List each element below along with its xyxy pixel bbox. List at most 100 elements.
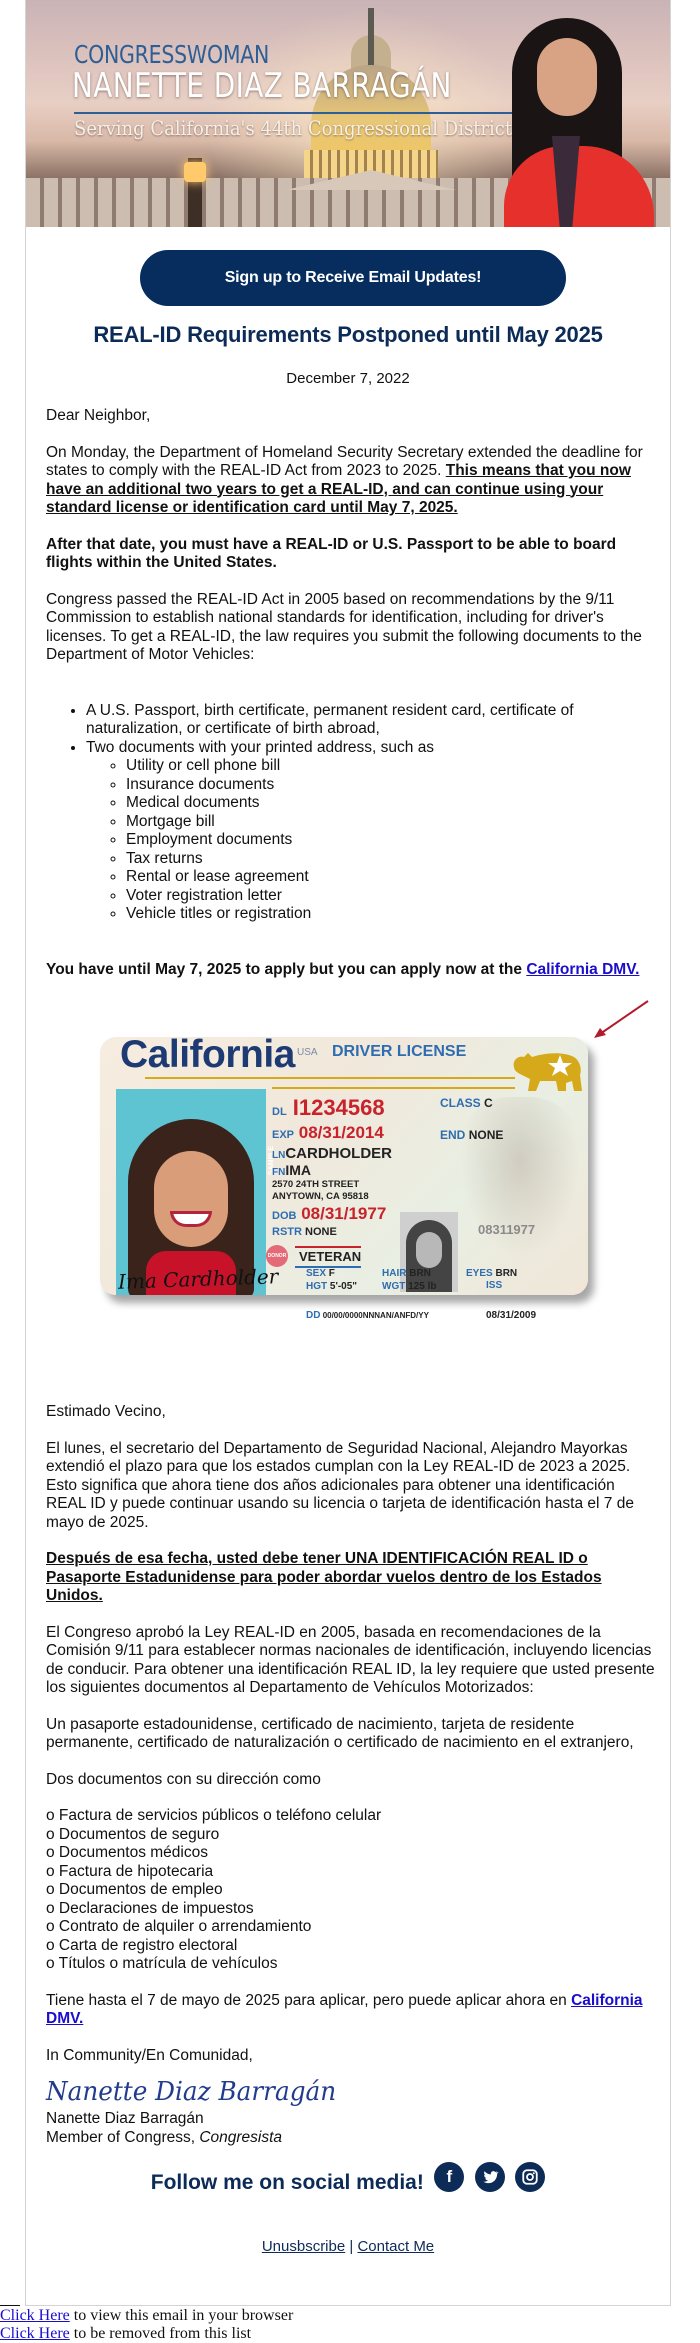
field-end: END NONE (440, 1128, 503, 1142)
footer-divider-stub (0, 2305, 20, 2306)
fn-label: FN (272, 1167, 286, 1178)
list-item: o Factura de hipotecaria (46, 1862, 214, 1880)
field-eyes: EYES BRN (466, 1268, 517, 1279)
paragraph-deadline: After that date, you must have a REAL-ID… (46, 535, 617, 572)
banner-divider (74, 112, 518, 114)
view-in-browser-link[interactable]: Click Here (0, 2307, 70, 2324)
sex-label: SEX (306, 1268, 327, 1279)
cardholder-photo (116, 1089, 266, 1295)
signer-role-es: Congresista (199, 2128, 283, 2146)
paragraph-announcement-es: El lunes, el secretario del Departamento… (46, 1439, 634, 1531)
page-title: REAL-ID Requirements Postponed until May… (93, 322, 603, 347)
field-hgt: HGT 5'-05" (306, 1281, 357, 1292)
list-item: o Carta de registro electoral (46, 1936, 238, 1954)
list-item: A U.S. Passport, birth certificate, perm… (86, 702, 656, 739)
banner-title-small: CONGRESSWOMAN (74, 40, 270, 69)
facebook-icon[interactable]: f (434, 2162, 465, 2192)
list-item-text: Two documents with your printed address,… (86, 738, 435, 756)
capitol-spire (368, 8, 374, 68)
email-container: CONGRESSWOMAN NANETTE DIAZ BARRAGÁN Serv… (25, 0, 671, 2306)
card-type: DRIVER LICENSE (332, 1043, 467, 1060)
sublist-item: Utility or cell phone bill (126, 757, 656, 776)
signer-role-en: Member of Congress, (46, 2128, 200, 2146)
paragraph-background-es: El Congreso aprobó la Ley REAL-ID en 200… (46, 1623, 655, 1697)
dd-label: DD (306, 1310, 321, 1321)
rstr-value: NONE (305, 1226, 337, 1238)
field-wgt: WGT 125 lb (382, 1281, 436, 1292)
sublist-item: Insurance documents (126, 776, 656, 795)
handwritten-signature: Nanette Diaz Barragán (46, 2077, 337, 2107)
paragraph-apply-es: Tiene hasta el 7 de mayo de 2025 para ap… (46, 1992, 656, 2029)
dl-number: I1234568 (292, 1095, 385, 1120)
field-first-name: FNIMA (272, 1162, 311, 1178)
field-hair: HAIR BRN (382, 1268, 431, 1279)
field-class: CLASS C (440, 1096, 493, 1110)
hair-value: BRN (409, 1268, 431, 1279)
sex-value: F (328, 1268, 335, 1279)
cta-section: Sign up to Receive Email Updates! (26, 236, 670, 320)
class-value: C (484, 1096, 493, 1110)
field-dd: DD 00/00/0000NNNAN/ANFD/YY (306, 1310, 429, 1321)
signoff: In Community/En Comunidad, (46, 2046, 253, 2064)
twitter-icon[interactable] (474, 2162, 505, 2192)
wgt-label: WGT (382, 1281, 406, 1292)
list-item: Two documents with your printed address,… (86, 739, 656, 924)
twitter-bird-glyph (483, 2171, 499, 2184)
signature-block: Nanette Diaz Barragán Member of Congress… (46, 2110, 656, 2147)
ghost-photo (400, 1212, 458, 1292)
footer-separator: | (349, 2238, 354, 2255)
address-documents-list-es: o Factura de servicios públicos o teléfo… (46, 1807, 656, 1974)
list-item: o Documentos de empleo (46, 1881, 223, 1898)
list-item: o Factura de servicios públicos o teléfo… (46, 1807, 382, 1824)
list-item: o Declaraciones de impuestos (46, 1899, 254, 1917)
eyes-label: EYES (466, 1268, 493, 1279)
field-last-name: LNCARDHOLDER (272, 1145, 392, 1162)
signer-role: Member of Congress, Congresista (46, 2129, 656, 2148)
greeting-es: Estimado Vecino, (46, 1403, 166, 1420)
signup-button[interactable]: Sign up to Receive Email Updates! (140, 250, 566, 306)
unsubscribe-link[interactable]: Unusbscribe (262, 2238, 345, 2255)
paragraph-apply: You have until May 7, 2025 to apply but … (46, 961, 656, 980)
post-date: December 7, 2022 (286, 370, 410, 387)
apply-text: You have until May 7, 2025 to apply but … (46, 960, 527, 978)
real-id-sample-card: California USA DRIVER LICENSE SAMPLE DL … (100, 1037, 588, 1295)
remove-from-list-link[interactable]: Click Here (0, 2325, 70, 2342)
sublist-item: Medical documents (126, 794, 656, 813)
apply-text-es: Tiene hasta el 7 de mayo de 2025 para ap… (46, 1991, 572, 2009)
sublist-item: Employment documents (126, 831, 656, 850)
header-banner: CONGRESSWOMAN NANETTE DIAZ BARRAGÁN Serv… (26, 0, 670, 227)
fn-value: IMA (285, 1162, 312, 1178)
paragraph-background: Congress passed the REAL-ID Act in 2005 … (46, 590, 642, 664)
dob-value: 08/31/1977 (301, 1204, 387, 1223)
list-item: o Documentos médicos (46, 1844, 208, 1861)
iss-value: 08/31/2009 (486, 1310, 537, 1321)
remove-from-list-text: to be removed from this list (69, 2325, 252, 2342)
social-section: Follow me on social media! f (26, 2162, 670, 2198)
footer-links: Unusbscribe | Contact Me (26, 2238, 670, 2255)
california-dmv-link[interactable]: California DMV. (526, 961, 639, 978)
ln-label: LN (272, 1150, 286, 1161)
paragraph-documents-es: Un pasaporte estadounidense, certificado… (46, 1715, 634, 1752)
end-value: NONE (468, 1128, 504, 1142)
field-rstr: RSTR NONE (272, 1226, 337, 1238)
hgt-value: 5'-05" (329, 1281, 358, 1292)
hair-label: HAIR (382, 1268, 407, 1279)
exp-value: 08/31/2014 (298, 1123, 384, 1142)
sublist-item: Voter registration letter (126, 887, 656, 906)
banner-subtitle: Serving California's 44th Congressional … (74, 116, 513, 140)
english-body: Dear Neighbor, On Monday, the Department… (46, 407, 656, 979)
ghost-number: 08311977 (478, 1222, 536, 1237)
greeting: Dear Neighbor, (46, 407, 151, 424)
list-item: o Títulos o matrícula de vehículos (46, 1955, 278, 1972)
veteran-label: VETERAN (299, 1249, 362, 1264)
paragraph-announcement: On Monday, the Department of Homeland Se… (46, 444, 656, 518)
card-state: California (120, 1037, 295, 1076)
instagram-icon[interactable] (515, 2162, 546, 2192)
eyes-value: BRN (495, 1268, 518, 1279)
rstr-label: RSTR (272, 1226, 302, 1238)
dob-label: DOB (272, 1210, 297, 1222)
dd-value: 00/00/0000NNNAN/ANFD/YY (322, 1311, 429, 1320)
field-dob: DOB 08/31/1977 (272, 1204, 386, 1224)
contact-me-link[interactable]: Contact Me (357, 2238, 434, 2255)
hgt-label: HGT (306, 1281, 328, 1292)
